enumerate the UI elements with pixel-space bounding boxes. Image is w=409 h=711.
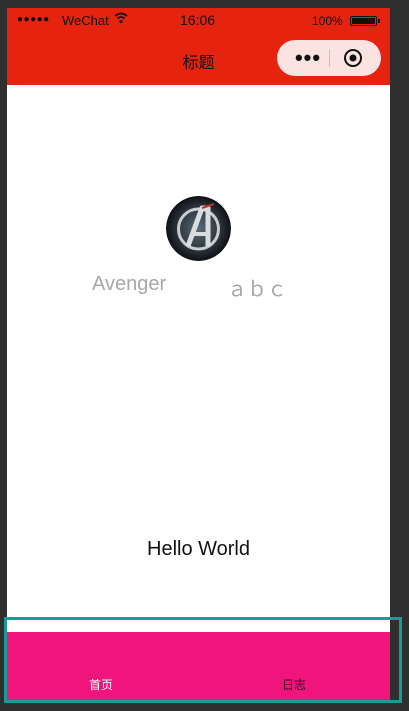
profile-name-row: Avenger ａｂｃ <box>7 273 390 301</box>
tab-home[interactable]: 首页 <box>89 676 113 693</box>
carrier-name: WeChat <box>62 13 109 28</box>
wifi-icon <box>114 12 128 27</box>
user-name: Avenger <box>92 273 167 295</box>
battery-percent: 100% <box>312 14 343 28</box>
tab-bar: 首页 日志 <box>7 632 390 703</box>
battery-icon <box>350 16 377 26</box>
greeting-text: Hello World <box>147 538 250 560</box>
status-bar: ●●●●● WeChat 16:06 100% <box>7 8 390 33</box>
clock: 16:06 <box>180 12 216 28</box>
app-viewport: ●●●●● WeChat 16:06 100% 标题 ••• Avenger ａ… <box>7 8 390 703</box>
avengers-logo-icon <box>166 196 231 261</box>
navigation-bar: 标题 ••• <box>7 33 390 85</box>
close-miniprogram-button[interactable] <box>343 48 363 68</box>
user-nickname: ａｂｃ <box>227 279 287 301</box>
more-menu-button[interactable]: ••• <box>287 40 329 76</box>
tab-log[interactable]: 日志 <box>282 676 306 693</box>
avatar <box>166 196 231 261</box>
target-icon <box>344 49 362 67</box>
battery-cap <box>378 19 380 23</box>
signal-strength: ●●●●● <box>17 14 50 25</box>
capsule-divider <box>329 49 330 67</box>
capsule-menu: ••• <box>277 40 381 76</box>
